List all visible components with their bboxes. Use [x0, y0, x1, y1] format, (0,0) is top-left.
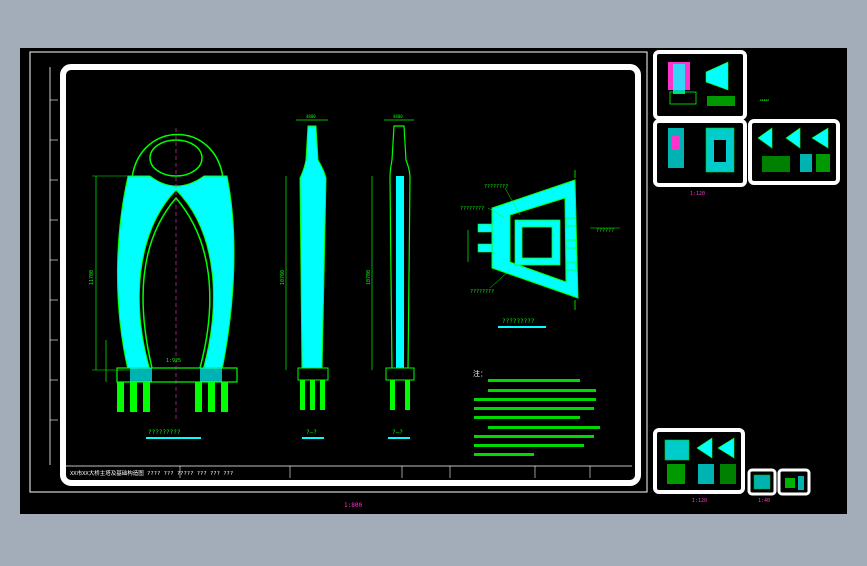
detail-sheet-1[interactable] — [653, 50, 747, 120]
cad-viewport[interactable]: 11700 1:925 ????????? 4800 10700 ?—? 480… — [0, 0, 867, 562]
plan-callout-1: ???????? — [484, 184, 508, 190]
title-block-text: XX市XX大桥主塔及基础构造图 ???? ??? ????? ??? ??? ?… — [70, 469, 233, 477]
overall-scale-label: 1:800 — [344, 502, 362, 509]
plan-callout-4: ???????? — [470, 289, 494, 295]
detail-sheet-5[interactable] — [747, 468, 777, 496]
detail-scale-c: 1:40 — [758, 498, 770, 504]
cad-drawing-canvas[interactable]: 11700 1:925 ????????? 4800 10700 ?—? 480… — [0, 0, 867, 562]
detail-sheet-4[interactable] — [653, 428, 745, 494]
side2-dim: 10700 — [366, 270, 372, 285]
detail-sheet-6[interactable] — [777, 468, 811, 496]
detail-sheet-3[interactable] — [748, 119, 840, 185]
dim-elev-label: 1:925 — [166, 358, 181, 364]
plan-title: ????????? — [502, 318, 535, 325]
svg-text:4800: 4800 — [393, 114, 403, 119]
dim-total-label: 11700 — [89, 270, 95, 285]
side1-title: ?—? — [306, 429, 317, 436]
plan-callout-3: ?????? — [596, 228, 614, 234]
detail-scale-a: 1:120 — [690, 191, 705, 197]
notes-heading: 注： — [473, 369, 487, 378]
svg-text:4800: 4800 — [306, 114, 316, 119]
detail-scale-b: 1:120 — [692, 498, 707, 504]
detail-sheet-1-note: ▪▪▪▪▪ — [760, 98, 769, 102]
elevation-view-title: ????????? — [148, 429, 181, 436]
plan-callout-2: ???????? — [460, 206, 484, 212]
side1-dim: 10700 — [280, 270, 286, 285]
side2-title: ?—? — [392, 429, 403, 436]
detail-sheet-2[interactable] — [653, 119, 747, 187]
